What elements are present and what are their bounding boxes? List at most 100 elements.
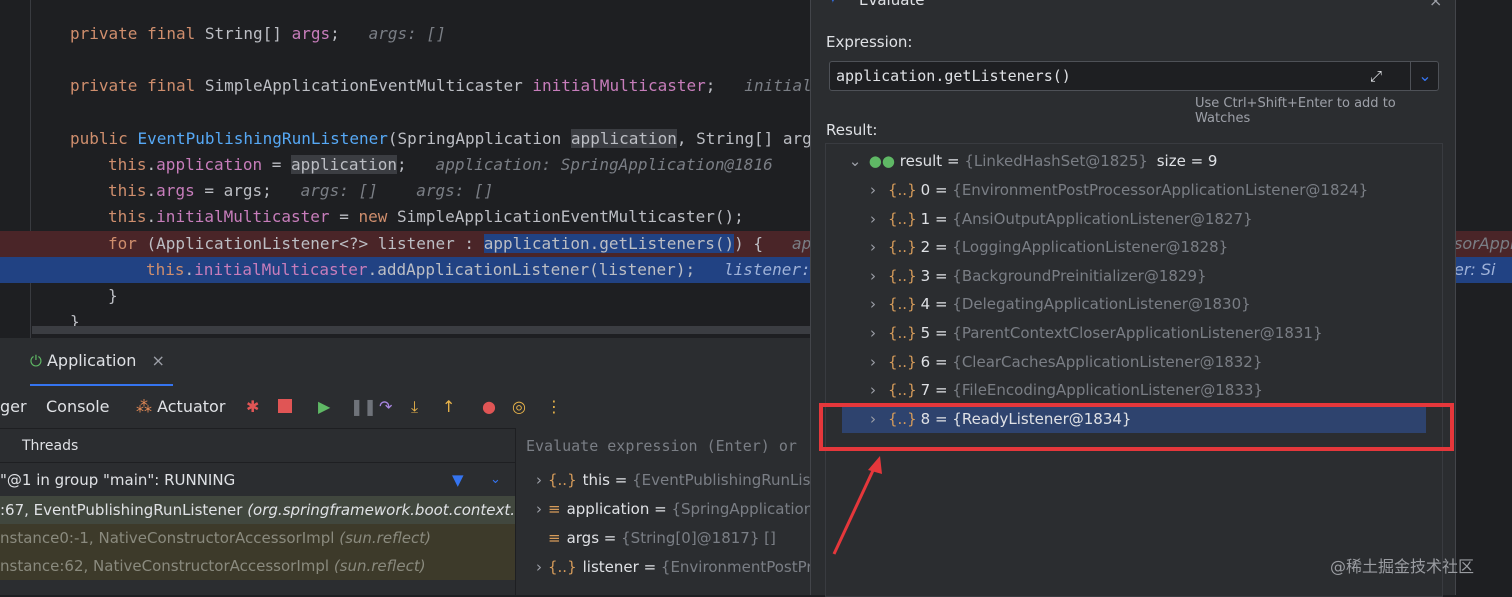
item-index: 4	[920, 295, 931, 314]
code-token: ) {	[734, 234, 764, 253]
resume-icon[interactable]: ▶	[318, 386, 330, 428]
variable-name: listener	[582, 558, 639, 576]
variable-value: {EnvironmentPostProc	[660, 558, 821, 576]
chevron-down-icon[interactable]: ⌄	[490, 463, 501, 497]
chevron-down-icon[interactable]: ⌄	[846, 147, 864, 175]
result-value: {LinkedHashSet@1825}	[964, 152, 1148, 170]
chevron-right-icon[interactable]: ›	[864, 233, 882, 261]
variable-name: args	[566, 529, 600, 547]
actuator-icon: ⁂	[136, 397, 152, 416]
variable-row[interactable]: ≡ args = {String[0]@1817} []	[516, 524, 821, 553]
result-item-row[interactable]: › {..} 1 = {AnsiOutputApplicationListener@…	[826, 205, 1426, 233]
code-token: = args;	[194, 181, 272, 200]
close-icon[interactable]: ×	[151, 351, 164, 370]
code-token: (ApplicationListener<?> listener :	[146, 234, 484, 253]
evaluate-expression-input[interactable]: Evaluate expression (Enter) or	[526, 432, 821, 460]
item-index: 3	[920, 266, 931, 285]
result-item-row[interactable]: › {..} 4 = {DelegatingApplicationListener@…	[826, 290, 1426, 318]
overflow-hint: sorAppl	[1454, 234, 1512, 253]
result-item-row[interactable]: › {..} 7 = {FileEncodingApplicationListene…	[826, 376, 1426, 404]
step-into-icon[interactable]: ⤓	[411, 386, 418, 428]
tab-application[interactable]: ⏻ Application ×	[30, 338, 173, 387]
stack-frame[interactable]: nstance:62, NativeConstructorAccessorImp…	[0, 552, 515, 580]
tab-console[interactable]: Console	[46, 386, 110, 428]
close-icon[interactable]: ×	[1429, 0, 1442, 10]
variable-row[interactable]: › ≡ application = {SpringApplication	[516, 495, 821, 524]
chevron-right-icon[interactable]: ›	[864, 319, 882, 347]
dialog-title: Evaluate	[859, 0, 925, 9]
stack-frame[interactable]: nstance0:-1, NativeConstructorAccessorIm…	[0, 524, 515, 552]
step-over-icon[interactable]: ↷	[379, 386, 392, 428]
result-item-row[interactable]: › {..} 6 = {ClearCachesApplicationListener…	[826, 348, 1426, 376]
history-dropdown-icon[interactable]: ⌄	[1410, 62, 1439, 90]
variable-value: {SpringApplication	[671, 500, 814, 518]
chevron-right-icon[interactable]: ›	[864, 376, 882, 404]
code-token: ;	[397, 155, 407, 174]
chevron-right-icon[interactable]: ›	[864, 290, 882, 318]
chevron-right-icon[interactable]: ›	[530, 466, 548, 495]
code-editor[interactable]: private final String[] args; args: [] pri…	[0, 0, 820, 338]
result-item-row[interactable]: › {..} 2 = {LoggingApplicationListener@182…	[826, 233, 1426, 261]
stack-frame[interactable]: :67, EventPublishingRunListener (org.spr…	[0, 496, 515, 524]
item-value: {ParentContextCloserApplicationListener@…	[952, 324, 1323, 342]
code-line[interactable]: this.initialMulticaster = new SimpleAppl…	[0, 204, 820, 230]
variable-name: application	[566, 500, 650, 518]
more-icon[interactable]: ⋮	[546, 386, 562, 428]
result-item-row[interactable]: › {..} 3 = {BackgroundPreinitializer@1829}	[826, 262, 1426, 290]
code-line[interactable]: private final String[] args; args: []	[0, 21, 820, 47]
variables-panel: Evaluate expression (Enter) or › {..} this…	[515, 428, 821, 595]
code-token: initialMulticaster	[194, 260, 368, 279]
result-root-row[interactable]: ⌄ ●● result = {LinkedHashSet@1825} size …	[826, 147, 1426, 175]
variable-name: this	[582, 471, 610, 489]
chevron-right-icon[interactable]: ›	[530, 553, 548, 582]
item-value: {EnvironmentPostProcessorApplicationList…	[952, 181, 1369, 199]
chevron-right-icon[interactable]: ›	[864, 348, 882, 376]
code-token: SimpleApplicationEventMulticaster();	[397, 207, 744, 226]
code-token: this	[146, 260, 185, 279]
code-token: .	[146, 207, 157, 226]
step-out-icon[interactable]: ↑	[442, 386, 455, 428]
result-tree: ⌄ ●● result = {LinkedHashSet@1825} size …	[825, 143, 1443, 597]
filter-icon[interactable]: ▼	[452, 463, 464, 497]
expand-icon[interactable]: ⤢	[1370, 62, 1382, 90]
code-line[interactable]: for (ApplicationListener<?> listener : a…	[0, 231, 820, 257]
code-line[interactable]: }	[0, 283, 820, 309]
rerun-debug-icon[interactable]: ✱	[246, 386, 259, 428]
chevron-right-icon[interactable]: ›	[864, 205, 882, 233]
code-token: args	[291, 24, 331, 43]
item-index: 2	[920, 238, 931, 257]
code-token: private final	[70, 76, 205, 95]
code-line[interactable]: this.args = args; args: [] args: []	[0, 178, 820, 204]
watermark: @稀土掘金技术社区	[1330, 557, 1475, 576]
horizontal-scrollbar[interactable]	[32, 326, 820, 334]
tab-actuator[interactable]: ⁂ Actuator	[136, 386, 225, 428]
pause-icon[interactable]: ❚❚	[350, 386, 377, 428]
tab-label: Application	[46, 351, 137, 370]
code-line[interactable]: private final SimpleApplicationEventMult…	[0, 73, 820, 99]
stop-icon[interactable]	[278, 399, 292, 413]
result-item-row[interactable]: › {..} 5 = {ParentContextCloserApplication…	[826, 319, 1426, 347]
highlight-box	[819, 403, 1454, 451]
result-item-row[interactable]: › {..} 0 = {EnvironmentPostProcessorApplic…	[826, 176, 1426, 204]
view-breakpoints-icon[interactable]: ●	[482, 386, 496, 428]
thread-selector[interactable]: "@1 in group "main": RUNNING ▼ ⌄	[0, 462, 515, 497]
chevron-right-icon[interactable]: ›	[530, 495, 548, 524]
code-line[interactable]: this.initialMulticaster.addApplicationLi…	[0, 257, 820, 283]
code-token: this	[108, 181, 147, 200]
variable-row[interactable]: › {..} this = {EventPublishingRunListe	[516, 466, 821, 495]
watches-hint: Use Ctrl+Shift+Enter to add to Watches	[1195, 96, 1396, 126]
tab-debugger[interactable]: ger	[0, 386, 27, 428]
code-line[interactable]: public EventPublishingRunListener(Spring…	[0, 126, 820, 152]
expression-field[interactable]: application.getListeners() ⤢ ⌄	[829, 61, 1439, 91]
chevron-right-icon[interactable]: ›	[864, 262, 882, 290]
item-index: 5	[920, 324, 931, 342]
variable-row[interactable]: › {..} listener = {EnvironmentPostProc	[516, 553, 821, 582]
threads-header: Threads	[0, 428, 515, 463]
mute-breakpoints-icon[interactable]: ◎	[512, 386, 526, 428]
frame-location: nstance0:-1, NativeConstructorAccessorIm…	[0, 529, 340, 547]
thread-status: "@1 in group "main": RUNNING	[0, 471, 236, 489]
code-line[interactable]: this.application = application; applicat…	[0, 152, 820, 178]
code-token: EventPublishingRunListener	[137, 129, 388, 148]
chevron-right-icon[interactable]: ›	[864, 176, 882, 204]
code-token: public	[70, 129, 138, 148]
